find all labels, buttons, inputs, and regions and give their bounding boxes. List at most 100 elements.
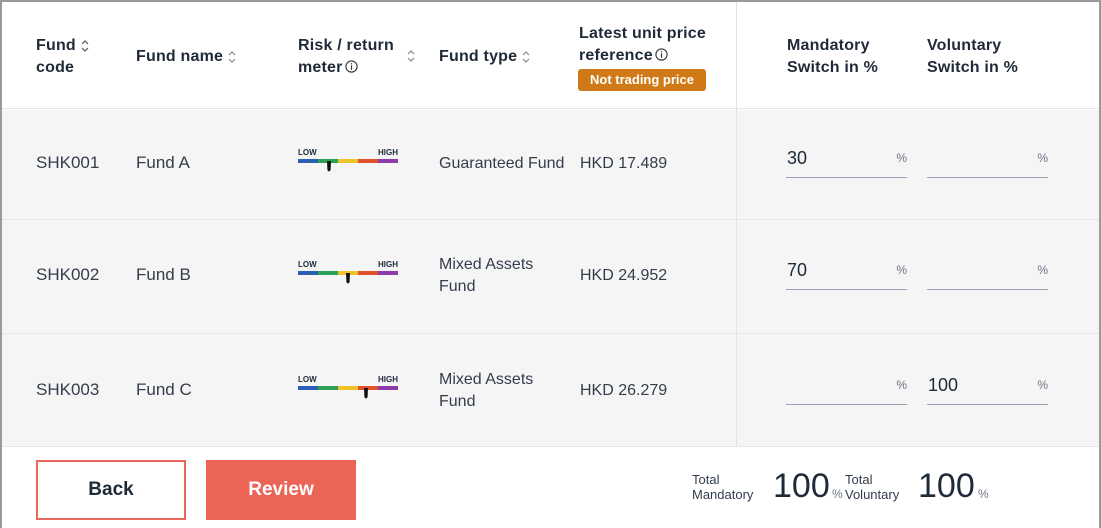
col-price-label-2: reference [579,47,653,64]
unit-price: HKD 24.952 [580,267,668,284]
fund-type-line-1: Mixed Assets [439,371,534,388]
percent-sign: % [1037,151,1048,165]
col-fund-code[interactable]: Fund code [36,35,90,79]
col-risk-label-1: Risk / return [298,37,394,54]
sort-icon[interactable] [521,50,531,64]
col-price-label-1: Latest unit price [579,25,706,42]
fund-type-line-2: Fund [439,278,476,295]
col-mandatory-label-2: Switch in % [787,59,879,76]
meter-segment [378,159,398,163]
unit-price: HKD 26.279 [580,382,668,399]
meter-segment [378,386,398,390]
meter-segment [318,386,338,390]
col-fund-name[interactable]: Fund name [136,46,237,68]
voluntary-switch-input[interactable]: % [927,148,1048,178]
fund-type: Guaranteed Fund [439,153,564,175]
meter-segment [358,159,378,163]
col-mandatory-label-1: Mandatory [787,37,870,54]
fund-type-line-2: Fund [439,393,476,410]
percent-sign: % [1037,263,1048,277]
meter-segment [298,159,318,163]
total-voluntary-value: 100 [918,467,975,505]
total-voluntary-label: Total Voluntary [845,472,899,502]
percent-sign: % [832,487,843,501]
review-button[interactable]: Review [206,460,356,520]
fund-code: SHK002 [36,265,100,284]
meter-low-label: LOW [298,375,317,384]
sort-icon[interactable] [80,39,90,53]
meter-segment [358,271,378,275]
percent-sign: % [1037,378,1048,392]
fund-type-line-1: Mixed Assets [439,256,534,273]
col-fund-code-label-2: code [36,59,75,76]
col-voluntary-label-2: Switch in % [927,59,1019,76]
meter-segment [298,271,318,275]
col-fund-type-label: Fund type [439,48,518,65]
meter-segment [338,386,358,390]
fund-code: SHK003 [36,380,100,399]
table-row: SHK002 Fund B LOW HIGH Mixed Assets Fund … [2,220,1099,334]
col-fund-name-label: Fund name [136,48,224,65]
meter-segment [338,159,358,163]
table-row: SHK001 Fund A LOW HIGH Guaranteed Fund HK… [2,110,1099,220]
risk-return-meter: LOW HIGH [298,148,398,172]
col-fund-code-label-1: Fund [36,37,76,54]
total-mandatory-label-2: Mandatory [692,487,754,502]
table-row: SHK003 Fund C LOW HIGH Mixed Assets Fund … [2,334,1099,447]
fund-name: Fund B [136,265,191,284]
fund-type: Mixed Assets Fund [439,254,533,298]
total-voluntary-label-2: Voluntary [845,487,900,502]
meter-high-label: HIGH [378,260,398,269]
meter-low-label: LOW [298,260,317,269]
total-mandatory-value: 100 [773,467,830,505]
meter-segment [318,271,338,275]
meter-pointer [364,388,368,399]
percent-sign: % [978,487,989,501]
mandatory-switch-input[interactable]: % [786,375,907,405]
fund-type-line-1: Guaranteed Fund [439,155,565,172]
voluntary-switch-input[interactable]: 100 % [927,375,1048,405]
meter-high-label: HIGH [378,148,398,157]
col-mandatory: Mandatory Switch in % [787,35,878,79]
col-fund-type[interactable]: Fund type [439,46,531,68]
voluntary-switch-input[interactable]: % [927,260,1048,290]
fund-type: Mixed Assets Fund [439,369,533,413]
unit-price: HKD 17.489 [580,155,668,172]
total-voluntary-label-1: Total [845,472,873,487]
mandatory-switch-input[interactable]: 30 % [786,148,907,178]
percent-sign: % [896,151,907,165]
sort-icon[interactable] [227,50,237,64]
meter-segment [378,271,398,275]
info-icon[interactable] [655,48,668,61]
col-voluntary: Voluntary Switch in % [927,35,1018,79]
footer-bar: Back Review Total Mandatory 100 % Total … [2,447,1099,528]
col-voluntary-label-1: Voluntary [927,37,1002,54]
fund-name: Fund A [136,153,190,172]
total-mandatory-label: Total Mandatory [692,472,753,502]
percent-sign: % [896,378,907,392]
total-mandatory-label-1: Total [692,472,720,487]
risk-return-meter: LOW HIGH [298,260,398,284]
mandatory-switch-input[interactable]: 70 % [786,260,907,290]
percent-sign: % [896,263,907,277]
table-header: Fund code Fund name Risk / return meter … [2,2,1099,109]
sort-icon[interactable] [406,49,416,63]
col-risk-label-2: meter [298,59,343,76]
meter-low-label: LOW [298,148,317,157]
not-trading-badge: Not trading price [578,69,706,91]
fund-switch-panel: Fund code Fund name Risk / return meter … [0,0,1101,528]
mandatory-switch-value: 70 [787,260,808,280]
meter-high-label: HIGH [378,375,398,384]
mandatory-switch-value: 30 [787,148,808,168]
meter-pointer [327,161,331,172]
risk-return-meter: LOW HIGH [298,375,398,399]
fund-code: SHK001 [36,153,100,172]
info-icon[interactable] [344,60,358,73]
col-latest-price: Latest unit price reference [579,23,706,67]
fund-name: Fund C [136,380,192,399]
column-divider [736,2,737,447]
meter-segment [298,386,318,390]
meter-pointer [346,273,350,284]
col-risk-meter[interactable]: Risk / return meter [298,35,394,79]
back-button[interactable]: Back [36,460,186,520]
